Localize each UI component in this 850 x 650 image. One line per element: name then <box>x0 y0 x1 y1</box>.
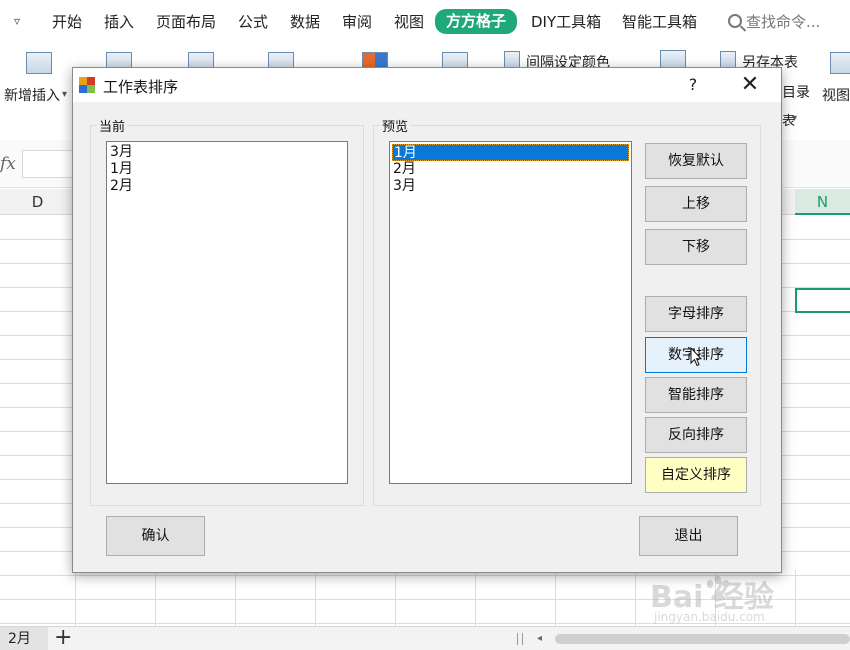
scroll-split-handle[interactable] <box>517 633 523 645</box>
sheet-tab-current[interactable]: 2月 <box>0 627 48 650</box>
preview-group-label: 预览 <box>380 116 411 135</box>
list-item[interactable]: 2月 <box>392 161 629 178</box>
grid-line <box>475 570 476 626</box>
dialog-title-bar[interactable]: 工作表排序 ? ✕ <box>73 68 781 102</box>
search-icon <box>728 14 742 28</box>
fx-label: fx <box>0 154 16 174</box>
chevron-down-icon[interactable]: ▾ <box>792 113 797 124</box>
tab-data[interactable]: 数据 <box>290 11 320 33</box>
sheet-sort-dialog: 工作表排序 ? ✕ 当前 3月 1月 2月 预览 1月 2月 3月 恢复默认 上… <box>72 67 782 573</box>
current-sheet-list[interactable]: 3月 1月 2月 <box>106 141 348 484</box>
mouse-cursor-icon <box>690 347 702 367</box>
command-search[interactable]: 查找命令... <box>728 11 820 33</box>
view-tool-icon[interactable] <box>830 52 850 74</box>
scroll-thumb[interactable] <box>555 634 850 644</box>
horizontal-scrollbar[interactable]: ◂ <box>517 631 850 647</box>
tab-diy-toolbox[interactable]: DIY工具箱 <box>531 11 601 33</box>
smart-sort-button[interactable]: 智能排序 <box>645 377 747 413</box>
list-item[interactable]: 1月 <box>109 161 345 178</box>
exit-button[interactable]: 退出 <box>639 516 738 556</box>
scroll-left-icon[interactable]: ◂ <box>537 631 542 647</box>
tab-formulas[interactable]: 公式 <box>238 11 268 33</box>
tab-insert[interactable]: 插入 <box>104 11 134 33</box>
paw-icon <box>706 575 730 601</box>
list-item[interactable]: 2月 <box>109 178 345 195</box>
column-header-n[interactable]: N <box>795 189 850 215</box>
help-button[interactable]: ? <box>682 74 704 96</box>
tab-smart-toolbox[interactable]: 智能工具箱 <box>622 11 697 33</box>
grid-line <box>315 570 316 626</box>
catalog-button[interactable]: 目录 <box>782 82 810 102</box>
tab-home[interactable]: 开始 <box>52 11 82 33</box>
preview-sheet-list[interactable]: 1月 2月 3月 <box>389 141 632 484</box>
tab-view[interactable]: 视图 <box>394 11 424 33</box>
insert-tool-icon[interactable] <box>26 52 52 74</box>
list-item[interactable]: 3月 <box>109 144 345 161</box>
grid-line <box>155 570 156 626</box>
view-button[interactable]: 视图 <box>822 85 850 105</box>
watermark-url: jingyan.baidu.com <box>654 610 765 624</box>
tab-review[interactable]: 审阅 <box>342 11 372 33</box>
current-group-label: 当前 <box>97 116 128 135</box>
close-button[interactable]: ✕ <box>737 72 763 98</box>
chevron-down-icon[interactable]: ▾ <box>62 89 67 100</box>
alpha-sort-button[interactable]: 字母排序 <box>645 296 747 332</box>
ribbon-tab-bar: ▿ 开始 插入 页面布局 公式 数据 审阅 视图 方方格子 DIY工具箱 智能工… <box>0 0 850 42</box>
search-placeholder: 查找命令... <box>746 13 821 31</box>
list-item-selected[interactable]: 1月 <box>392 144 629 161</box>
grid-line <box>75 570 76 626</box>
column-header-d[interactable]: D <box>0 189 75 215</box>
grid-line <box>635 570 636 626</box>
reverse-sort-button[interactable]: 反向排序 <box>645 417 747 453</box>
confirm-button[interactable]: 确认 <box>106 516 205 556</box>
list-item[interactable]: 3月 <box>392 178 629 195</box>
dialog-title: 工作表排序 <box>103 78 179 96</box>
baidu-watermark: Bai 经验 jingyan.baidu.com <box>650 572 850 626</box>
sheet-tab-bar: 2月 + ◂ <box>0 626 850 650</box>
restore-default-button[interactable]: 恢复默认 <box>645 143 747 179</box>
move-down-button[interactable]: 下移 <box>645 229 747 265</box>
app-icon <box>79 77 95 93</box>
insert-new-button[interactable]: 新增插入 <box>4 85 60 105</box>
grid-line <box>555 570 556 626</box>
ribbon-collapse-icon[interactable]: ▿ <box>8 12 26 30</box>
add-sheet-button[interactable]: + <box>54 626 72 650</box>
grid-line <box>235 570 236 626</box>
selected-cell[interactable] <box>795 288 850 313</box>
grid-line <box>395 570 396 626</box>
move-up-button[interactable]: 上移 <box>645 186 747 222</box>
tab-fangfang-gezi[interactable]: 方方格子 <box>435 9 518 34</box>
custom-sort-button[interactable]: 自定义排序 <box>645 457 747 493</box>
tab-page-layout[interactable]: 页面布局 <box>156 11 216 33</box>
